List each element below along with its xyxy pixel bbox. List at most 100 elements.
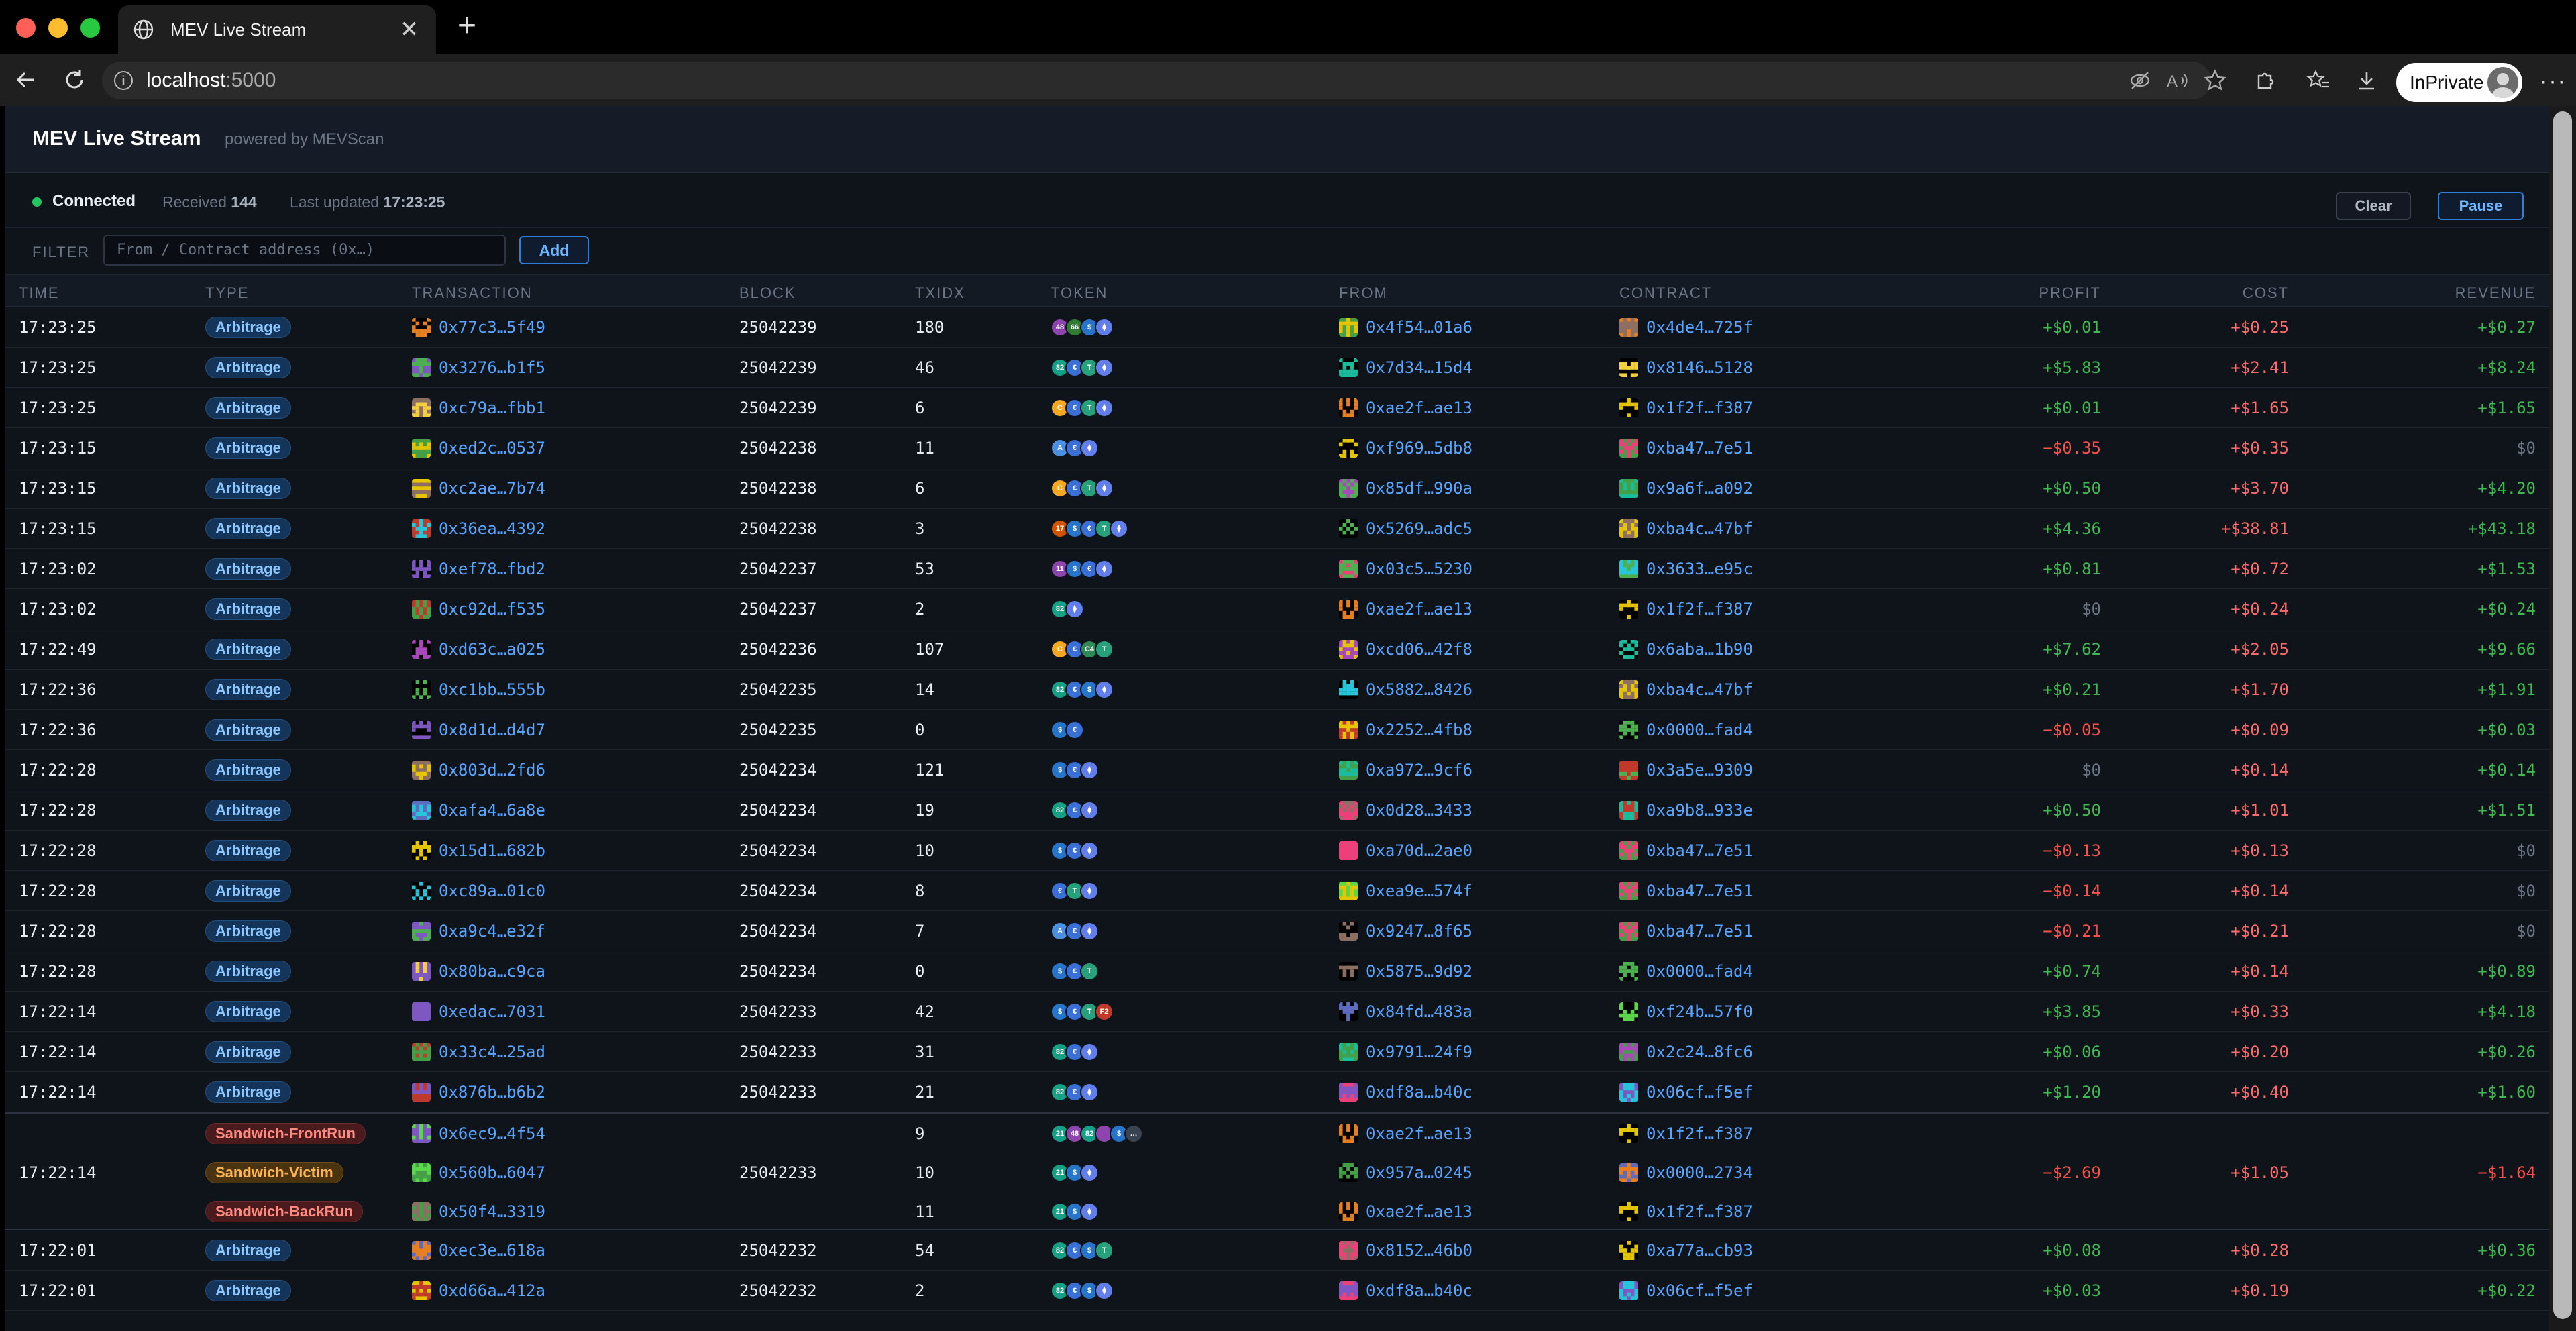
address-bar[interactable]: i localhost:5000 (102, 62, 2211, 99)
token-t-icon[interactable]: T (1095, 1241, 1114, 1260)
transaction-link[interactable]: 0xedac…7031 (439, 992, 545, 1032)
transaction-link[interactable]: 0x36ea…4392 (439, 509, 545, 549)
table-row[interactable]: 17:23:25 Arbitrage 0xc79a…fbb1 25042239 6 C € T… (5, 388, 2549, 428)
favorite-star-icon[interactable] (2202, 67, 2229, 94)
table-row[interactable]: 17:23:25 Arbitrage 0x77c3…5f49 25042239 180 4… (5, 307, 2549, 348)
filter-input[interactable]: From / Contract address (0x…) (103, 235, 506, 266)
token-eth-icon[interactable]: ⧫ (1080, 1202, 1099, 1221)
back-icon[interactable] (11, 64, 42, 95)
table-row[interactable]: 17:22:49 Arbitrage 0xd63c…a025 25042236 107 C… (5, 629, 2549, 670)
transaction-link[interactable]: 0x15d1…682b (439, 831, 545, 871)
contract-link[interactable]: 0x8146…5128 (1646, 348, 1753, 388)
transaction-link[interactable]: 0xafa4…6a8e (439, 790, 545, 831)
contract-link[interactable]: 0xf24b…57f0 (1646, 992, 1753, 1032)
token-eth-icon[interactable]: ⧫ (1080, 1163, 1099, 1182)
from-link[interactable]: 0xf969…5db8 (1366, 428, 1472, 468)
from-link[interactable]: 0x8152…46b0 (1366, 1230, 1472, 1271)
contract-link[interactable]: 0x06cf…f5ef (1646, 1271, 1753, 1311)
table-row[interactable]: 17:22:28 Arbitrage 0xafa4…6a8e 25042234 19 82… (5, 790, 2549, 831)
sandwich-leg[interactable]: Sandwich-Victim 0x560b…6047 10 21 $ ⧫ 0x957a…0… (5, 1153, 2549, 1193)
token-eth-icon[interactable]: ⧫ (1095, 358, 1114, 377)
token-eth-icon[interactable]: ⧫ (1080, 761, 1099, 780)
add-filter-button[interactable]: Add (519, 236, 589, 264)
from-link[interactable]: 0xdf8a…b40c (1366, 1271, 1472, 1311)
transaction-link[interactable]: 0xa9c4…e32f (439, 911, 545, 951)
tracking-prevention-icon[interactable] (2127, 67, 2153, 94)
extensions-icon[interactable] (2251, 67, 2278, 94)
table-row[interactable]: 17:22:28 Arbitrage 0xa9c4…e32f 25042234 7 A € ⧫… (5, 911, 2549, 951)
table-row[interactable]: 17:23:15 Arbitrage 0xc2ae…7b74 25042238 6 C € T… (5, 468, 2549, 509)
token-eth-icon[interactable]: ⧫ (1080, 922, 1099, 941)
transaction-link[interactable]: 0xec3e…618a (439, 1230, 545, 1271)
table-row[interactable]: 17:23:15 Arbitrage 0x36ea…4392 25042238 3 17 $… (5, 509, 2549, 549)
transaction-link[interactable]: 0x803d…2fd6 (439, 750, 545, 790)
transaction-link[interactable]: 0x33c4…25ad (439, 1032, 545, 1072)
transaction-link[interactable]: 0x560b…6047 (439, 1153, 545, 1193)
inprivate-button[interactable]: InPrivate (2396, 63, 2522, 102)
contract-link[interactable]: 0x1f2f…f387 (1646, 1114, 1753, 1154)
clear-button[interactable]: Clear (2336, 192, 2411, 220)
transaction-link[interactable]: 0x77c3…5f49 (439, 307, 545, 348)
token-eth-icon[interactable]: ⧫ (1095, 398, 1114, 417)
table-row[interactable]: 17:23:02 Arbitrage 0xc92d…f535 25042237 2 82 ⧫… (5, 589, 2549, 629)
transaction-link[interactable]: 0xc79a…fbb1 (439, 388, 545, 428)
minimize-window-button[interactable] (48, 18, 68, 38)
contract-link[interactable]: 0x9a6f…a092 (1646, 468, 1753, 509)
transaction-link[interactable]: 0x80ba…c9ca (439, 951, 545, 992)
from-link[interactable]: 0x03c5…5230 (1366, 549, 1472, 589)
transaction-link[interactable]: 0xd66a…412a (439, 1271, 545, 1311)
scrollbar-thumb[interactable] (2553, 111, 2572, 1319)
contract-link[interactable]: 0xa77a…cb93 (1646, 1230, 1753, 1271)
contract-link[interactable]: 0xa9b8…933e (1646, 790, 1753, 831)
sandwich-leg[interactable]: Sandwich-BackRun 0x50f4…3319 11 21 $ ⧫ 0xae2f…… (5, 1191, 2549, 1232)
contract-link[interactable]: 0x1f2f…f387 (1646, 1191, 1753, 1232)
sandwich-leg[interactable]: Sandwich-FrontRun 0x6ec9…4f54 9 21 48 82 $… 0xa… (5, 1114, 2549, 1154)
token-eth-icon[interactable]: ⧫ (1080, 801, 1099, 820)
from-link[interactable]: 0x2252…4fb8 (1366, 710, 1472, 750)
contract-link[interactable]: 0xba4c…47bf (1646, 509, 1753, 549)
from-link[interactable]: 0xa70d…2ae0 (1366, 831, 1472, 871)
table-row[interactable]: 17:22:14 Arbitrage 0x33c4…25ad 25042233 31 82… (5, 1032, 2549, 1072)
table-row[interactable]: 17:22:28 Arbitrage 0x15d1…682b 25042234 10 $ €… (5, 831, 2549, 871)
table-row[interactable]: 17:22:14 Arbitrage 0x876b…b6b2 25042233 21 82… (5, 1072, 2549, 1112)
contract-link[interactable]: 0xba4c…47bf (1646, 670, 1753, 710)
from-link[interactable]: 0x9247…8f65 (1366, 911, 1472, 951)
table-row[interactable]: 17:22:36 Arbitrage 0xc1bb…555b 25042235 14 82… (5, 670, 2549, 710)
from-link[interactable]: 0xa972…9cf6 (1366, 750, 1472, 790)
contract-link[interactable]: 0x4de4…725f (1646, 307, 1753, 348)
from-link[interactable]: 0x85df…990a (1366, 468, 1472, 509)
token-eth-icon[interactable]: ⧫ (1095, 680, 1114, 699)
table-row[interactable]: 17:22:36 Arbitrage 0x8d1d…d4d7 25042235 0 $ € 0… (5, 710, 2549, 750)
token-eth-icon[interactable]: ⧫ (1065, 600, 1084, 619)
from-link[interactable]: 0xae2f…ae13 (1366, 388, 1472, 428)
transaction-link[interactable]: 0xc92d…f535 (439, 589, 545, 629)
site-info-icon[interactable]: i (114, 71, 133, 90)
token-eth-icon[interactable]: ⧫ (1080, 882, 1099, 900)
table-row[interactable]: 17:22:28 Arbitrage 0xc89a…01c0 25042234 8 € T ⧫… (5, 871, 2549, 911)
transaction-link[interactable]: 0x3276…b1f5 (439, 348, 545, 388)
token-eth-icon[interactable]: ⧫ (1080, 439, 1099, 458)
contract-link[interactable]: 0xba47…7e51 (1646, 911, 1753, 951)
from-link[interactable]: 0x957a…0245 (1366, 1153, 1472, 1193)
favorites-icon[interactable] (2305, 67, 2332, 94)
read-aloud-icon[interactable]: A (2164, 67, 2191, 94)
token-e-icon[interactable]: € (1065, 721, 1084, 739)
table-row[interactable]: 17:22:14 Arbitrage 0xedac…7031 25042233 42 $ €… (5, 992, 2549, 1032)
contract-link[interactable]: 0x0000…2734 (1646, 1153, 1753, 1193)
from-link[interactable]: 0x5882…8426 (1366, 670, 1472, 710)
table-row[interactable]: 17:23:02 Arbitrage 0xef78…fbd2 25042237 53 11… (5, 549, 2549, 589)
from-link[interactable]: 0xea9e…574f (1366, 871, 1472, 911)
browser-tab[interactable]: MEV Live Stream ✕ (118, 5, 436, 54)
contract-link[interactable]: 0x1f2f…f387 (1646, 388, 1753, 428)
contract-link[interactable]: 0xba47…7e51 (1646, 831, 1753, 871)
transaction-link[interactable]: 0xed2c…0537 (439, 428, 545, 468)
downloads-icon[interactable] (2353, 67, 2380, 94)
scrollbar[interactable] (2549, 106, 2576, 1331)
transaction-link[interactable]: 0xef78…fbd2 (439, 549, 545, 589)
contract-link[interactable]: 0xba47…7e51 (1646, 871, 1753, 911)
contract-link[interactable]: 0x1f2f…f387 (1646, 589, 1753, 629)
table-row[interactable]: 17:23:15 Arbitrage 0xed2c…0537 25042238 11 A €… (5, 428, 2549, 468)
contract-link[interactable]: 0x06cf…f5ef (1646, 1072, 1753, 1112)
transaction-link[interactable]: 0xc2ae…7b74 (439, 468, 545, 509)
contract-link[interactable]: 0x0000…fad4 (1646, 710, 1753, 750)
